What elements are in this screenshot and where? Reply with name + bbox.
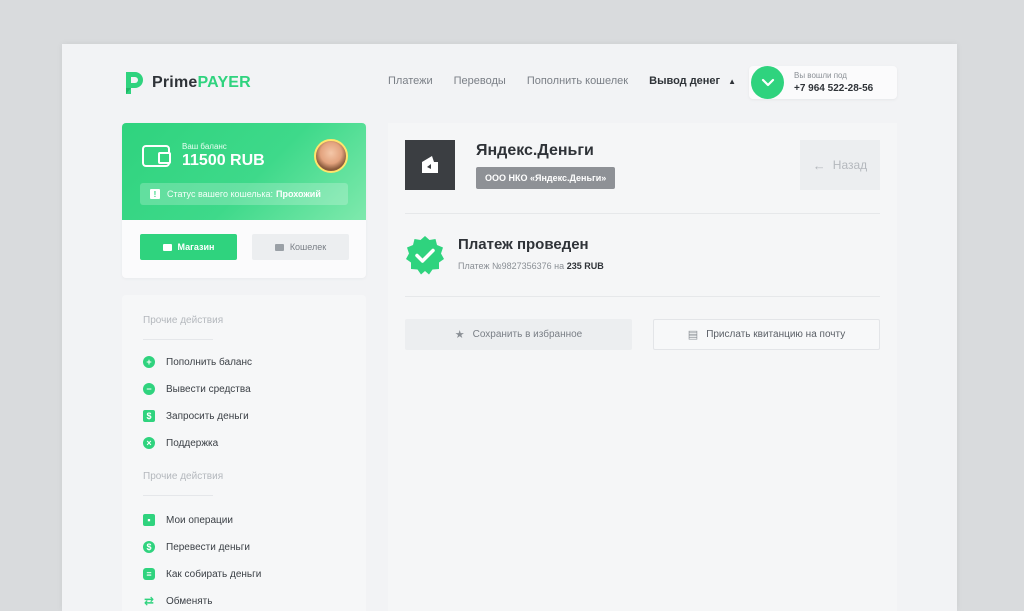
payment-details: Платеж №9827356376 на 235 RUB — [458, 261, 604, 271]
star-icon: ★ — [454, 329, 465, 341]
nav-transfers[interactable]: Переводы — [454, 75, 506, 87]
divider — [405, 213, 880, 214]
balance-value: 11500 RUB — [182, 152, 265, 169]
warning-icon: ! — [150, 189, 160, 199]
wallet-status-text: Статус вашего кошелька: — [167, 189, 274, 199]
action-transfer[interactable]: $ Перевести деньги — [143, 541, 250, 553]
send-receipt-label: Прислать квитанцию на почту — [706, 329, 846, 340]
wallet-status: ! Статус вашего кошелька: Прохожий — [140, 183, 348, 205]
action-label: Вывести средства — [166, 383, 251, 395]
action-label: Перевести деньги — [166, 541, 250, 553]
hand-money-icon: $ — [143, 410, 155, 422]
wallet-button[interactable]: Кошелек — [252, 234, 349, 260]
payment-amount: 235 RUB — [566, 261, 604, 271]
coins-icon: ≡ — [143, 568, 155, 580]
save-favorite-label: Сохранить в избранное — [472, 329, 583, 340]
receipt-icon: ▤ — [687, 329, 699, 341]
action-support[interactable]: × Поддержка — [143, 437, 218, 449]
user-menu[interactable]: Вы вошли под +7 964 522-28-56 — [749, 66, 897, 99]
shop-button-label: Магазин — [177, 242, 215, 252]
send-receipt-button[interactable]: ▤ Прислать квитанцию на почту — [653, 319, 880, 350]
back-button-label: Назад — [832, 158, 868, 172]
actions-card: Прочие действия + Пополнить баланс − Выв… — [122, 295, 366, 611]
briefcase-icon: ▪ — [143, 514, 155, 526]
action-withdraw[interactable]: − Вывести средства — [143, 383, 251, 395]
balance-label: Ваш баланс — [182, 142, 227, 151]
divider — [405, 296, 880, 297]
yandex-wallet-icon — [422, 156, 438, 173]
plus-circle-icon: + — [143, 356, 155, 368]
chevron-up-icon: ▲ — [728, 76, 737, 86]
nav-topup[interactable]: Пополнить кошелек — [527, 75, 628, 87]
nav-withdraw-label: Вывод денег — [649, 75, 721, 87]
payment-number: Платеж №9827356376 на — [458, 261, 565, 271]
action-label: Пополнить баланс — [166, 356, 252, 368]
arrow-left-icon: ← — [812, 157, 826, 173]
action-label: Поддержка — [166, 437, 219, 449]
exchange-icon: ⇄ — [143, 594, 155, 608]
app-frame: PrimePAYER Платежи Переводы Пополнить ко… — [62, 44, 957, 611]
wallet-status-value: Прохожий — [276, 189, 321, 199]
section-title: Прочие действия — [143, 471, 224, 482]
action-exchange[interactable]: ⇄ Обменять — [143, 595, 212, 607]
balance-card: Ваш баланс 11500 RUB ! Статус вашего кош… — [122, 123, 366, 278]
shop-icon — [162, 243, 172, 251]
profile-avatar[interactable] — [314, 139, 348, 173]
top-nav: Платежи Переводы Пополнить кошелек Вывод… — [388, 75, 757, 87]
nav-payments[interactable]: Платежи — [388, 75, 433, 87]
action-request[interactable]: $ Запросить деньги — [143, 410, 249, 422]
action-label: Запросить деньги — [166, 410, 249, 422]
brand-logo[interactable]: PrimePAYER — [122, 70, 251, 96]
balance-header: Ваш баланс 11500 RUB ! Статус вашего кош… — [122, 123, 366, 220]
wallet-button-label: Кошелек — [289, 242, 327, 252]
action-topup[interactable]: + Пополнить баланс — [143, 356, 252, 368]
action-collect[interactable]: ≡ Как собирать деньги — [143, 568, 261, 580]
section-divider — [143, 339, 213, 340]
user-avatar — [751, 66, 784, 99]
brand-name: PrimePAYER — [152, 74, 251, 91]
chevron-down-icon — [761, 78, 774, 86]
wallet-icon — [142, 145, 171, 167]
check-badge-icon — [405, 235, 445, 275]
action-label: Как собирать деньги — [166, 568, 262, 580]
section-divider — [143, 495, 213, 496]
payment-status-title: Платеж проведен — [458, 236, 589, 253]
action-label: Обменять — [166, 595, 213, 607]
user-label: Вы вошли под — [794, 71, 847, 80]
provider-name: Яндекс.Деньги — [476, 142, 594, 159]
save-favorite-button[interactable]: ★ Сохранить в избранное — [405, 319, 632, 350]
minus-circle-icon: − — [143, 383, 155, 395]
lifebuoy-icon: × — [143, 437, 155, 449]
shop-button[interactable]: Магазин — [140, 234, 237, 260]
action-label: Мои операции — [166, 514, 233, 526]
logo-icon — [122, 70, 146, 96]
nav-withdraw[interactable]: Вывод денег ▲ — [649, 75, 736, 87]
user-phone: +7 964 522-28-56 — [794, 83, 874, 94]
provider-badge: ООО НКО «Яндекс.Деньги» — [476, 167, 616, 189]
money-icon: $ — [143, 541, 155, 553]
payment-panel: Яндекс.Деньги ООО НКО «Яндекс.Деньги» ← … — [388, 123, 897, 611]
action-operations[interactable]: ▪ Мои операции — [143, 514, 233, 526]
yandex-money-logo — [405, 140, 455, 190]
section-title: Прочие действия — [143, 315, 224, 326]
back-button[interactable]: ← Назад — [800, 140, 880, 190]
folder-icon — [274, 243, 284, 251]
